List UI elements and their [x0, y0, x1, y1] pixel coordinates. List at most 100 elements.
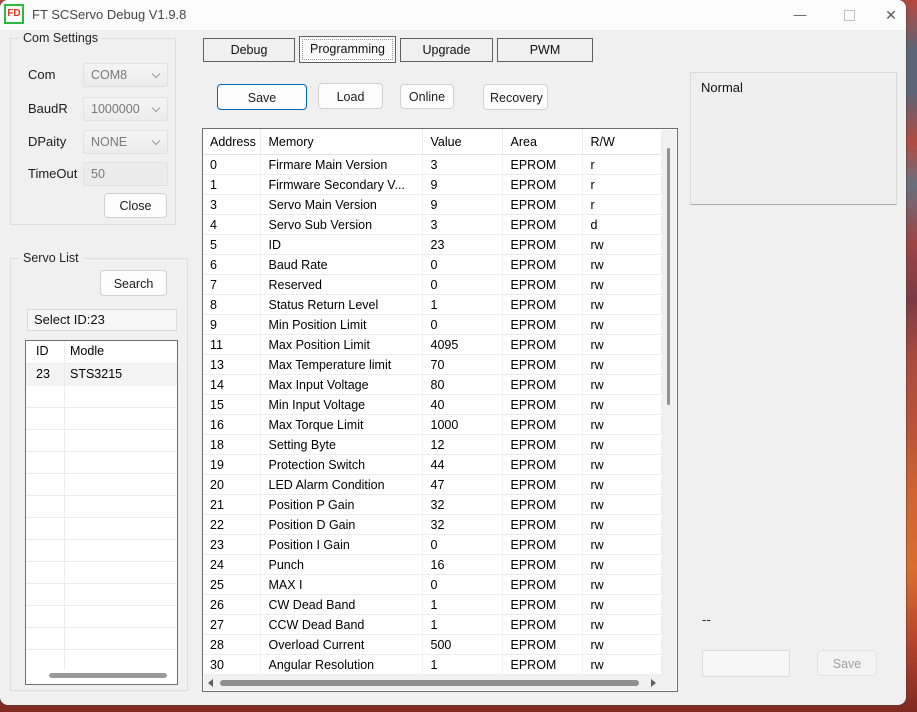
- cell-value: 32: [422, 514, 503, 535]
- cell-memory: Max Temperature limit: [260, 354, 423, 375]
- cell-address: 1: [203, 174, 261, 195]
- cell-value: 0: [422, 274, 503, 295]
- online-button[interactable]: Online: [400, 84, 454, 109]
- cell-memory: Overload Current: [260, 634, 423, 655]
- cell-rw: rw: [582, 234, 662, 255]
- scroll-left-icon[interactable]: [208, 679, 213, 687]
- memory-row[interactable]: 16 Max Torque Limit 1000 EPROM rw: [203, 414, 662, 435]
- cell-address: 22: [203, 514, 261, 535]
- baudrate-select[interactable]: 1000000: [83, 97, 168, 121]
- cell-address: 0: [203, 154, 261, 175]
- memory-row[interactable]: 25 MAX I 0 EPROM rw: [203, 574, 662, 595]
- minimize-button[interactable]: —: [783, 0, 817, 30]
- chevron-down-icon: [151, 103, 161, 113]
- parity-row: DPaity NONE: [11, 130, 175, 154]
- scroll-right-icon[interactable]: [651, 679, 656, 687]
- memory-row[interactable]: 9 Min Position Limit 0 EPROM rw: [203, 314, 662, 335]
- cell-rw: r: [582, 154, 662, 175]
- cell-memory: Angular Resolution: [260, 654, 423, 675]
- load-button[interactable]: Load: [318, 83, 383, 109]
- cell-area: EPROM: [502, 454, 583, 475]
- memory-row[interactable]: 23 Position I Gain 0 EPROM rw: [203, 534, 662, 555]
- cell-memory: Servo Main Version: [260, 194, 423, 215]
- memory-table-vscrollbar[interactable]: [661, 130, 676, 675]
- search-button[interactable]: Search: [100, 270, 167, 296]
- cell-value: 1000: [422, 414, 503, 435]
- timeout-field[interactable]: 50: [83, 162, 168, 186]
- memory-row[interactable]: 24 Punch 16 EPROM rw: [203, 554, 662, 575]
- cell-area: EPROM: [502, 354, 583, 375]
- memory-row[interactable]: 8 Status Return Level 1 EPROM rw: [203, 294, 662, 315]
- cell-memory: Min Position Limit: [260, 314, 423, 335]
- chevron-down-icon: [151, 136, 161, 146]
- memory-row[interactable]: 14 Max Input Voltage 80 EPROM rw: [203, 374, 662, 395]
- memory-row[interactable]: 26 CW Dead Band 1 EPROM rw: [203, 594, 662, 615]
- cell-rw: rw: [582, 494, 662, 515]
- cell-area: EPROM: [502, 594, 583, 615]
- cell-area: EPROM: [502, 234, 583, 255]
- memory-row[interactable]: 7 Reserved 0 EPROM rw: [203, 274, 662, 295]
- memory-row[interactable]: 11 Max Position Limit 4095 EPROM rw: [203, 334, 662, 355]
- memory-row[interactable]: 5 ID 23 EPROM rw: [203, 234, 662, 255]
- cell-address: 18: [203, 434, 261, 455]
- cell-address: 16: [203, 414, 261, 435]
- tab-debug[interactable]: Debug: [203, 38, 295, 62]
- servo-list-item[interactable]: 23 STS3215: [26, 364, 177, 387]
- vscrollbar-thumb[interactable]: [667, 148, 670, 405]
- recovery-button[interactable]: Recovery: [483, 84, 548, 110]
- panel-save-button[interactable]: Save: [817, 650, 877, 676]
- memory-row[interactable]: 30 Angular Resolution 1 EPROM rw: [203, 654, 662, 675]
- col-memory: Memory: [260, 129, 423, 155]
- com-row: Com COM8: [11, 63, 175, 87]
- memory-row[interactable]: 1 Firmware Secondary V... 9 EPROM r: [203, 174, 662, 195]
- cell-area: EPROM: [502, 214, 583, 235]
- memory-row[interactable]: 21 Position P Gain 32 EPROM rw: [203, 494, 662, 515]
- memory-row[interactable]: 15 Min Input Voltage 40 EPROM rw: [203, 394, 662, 415]
- memory-row[interactable]: 20 LED Alarm Condition 47 EPROM rw: [203, 474, 662, 495]
- cell-rw: rw: [582, 414, 662, 435]
- memory-row[interactable]: 3 Servo Main Version 9 EPROM r: [203, 194, 662, 215]
- memory-row[interactable]: 0 Firmare Main Version 3 EPROM r: [203, 154, 662, 175]
- com-settings-group: Com Settings Com COM8 BaudR 1000000 DPai…: [10, 31, 176, 225]
- value-input[interactable]: [702, 650, 790, 677]
- cell-area: EPROM: [502, 394, 583, 415]
- cell-memory: LED Alarm Condition: [260, 474, 423, 495]
- memory-row[interactable]: 18 Setting Byte 12 EPROM rw: [203, 434, 662, 455]
- cell-address: 27: [203, 614, 261, 635]
- parity-select[interactable]: NONE: [83, 130, 168, 154]
- maximize-button[interactable]: [832, 0, 866, 30]
- close-port-button[interactable]: Close: [104, 193, 167, 218]
- com-port-select[interactable]: COM8: [83, 63, 168, 87]
- cell-memory: CCW Dead Band: [260, 614, 423, 635]
- memory-row[interactable]: 13 Max Temperature limit 70 EPROM rw: [203, 354, 662, 375]
- tab-pwm[interactable]: PWM: [497, 38, 593, 62]
- memory-row[interactable]: 19 Protection Switch 44 EPROM rw: [203, 454, 662, 475]
- hscrollbar-thumb[interactable]: [220, 680, 639, 686]
- cell-address: 26: [203, 594, 261, 615]
- memory-table-hscrollbar[interactable]: [204, 675, 676, 690]
- cell-rw: rw: [582, 454, 662, 475]
- servo-list-column-divider: [64, 341, 65, 670]
- cell-value: 3: [422, 154, 503, 175]
- memory-table: Address Memory Value Area R/W 0 Firmare …: [202, 128, 678, 692]
- memory-row[interactable]: 28 Overload Current 500 EPROM rw: [203, 634, 662, 655]
- desktop-wallpaper: FD FT SCServo Debug V1.9.8 — ✕ Com Setti…: [0, 0, 917, 712]
- cell-memory: Servo Sub Version: [260, 214, 423, 235]
- cell-rw: rw: [582, 294, 662, 315]
- save-button[interactable]: Save: [217, 84, 307, 110]
- cell-address: 4: [203, 214, 261, 235]
- cell-memory: Min Input Voltage: [260, 394, 423, 415]
- baudrate-label: BaudR: [28, 101, 68, 116]
- memory-row[interactable]: 22 Position D Gain 32 EPROM rw: [203, 514, 662, 535]
- memory-row[interactable]: 4 Servo Sub Version 3 EPROM d: [203, 214, 662, 235]
- close-icon: ✕: [885, 7, 897, 23]
- memory-row[interactable]: 6 Baud Rate 0 EPROM rw: [203, 254, 662, 275]
- tab-upgrade[interactable]: Upgrade: [400, 38, 493, 62]
- cell-rw: rw: [582, 374, 662, 395]
- memory-row[interactable]: 27 CCW Dead Band 1 EPROM rw: [203, 614, 662, 635]
- close-window-button[interactable]: ✕: [874, 0, 906, 30]
- tab-programming[interactable]: Programming: [299, 36, 396, 63]
- servo-list-hscrollbar[interactable]: [49, 673, 167, 678]
- cell-address: 25: [203, 574, 261, 595]
- cell-value: 9: [422, 174, 503, 195]
